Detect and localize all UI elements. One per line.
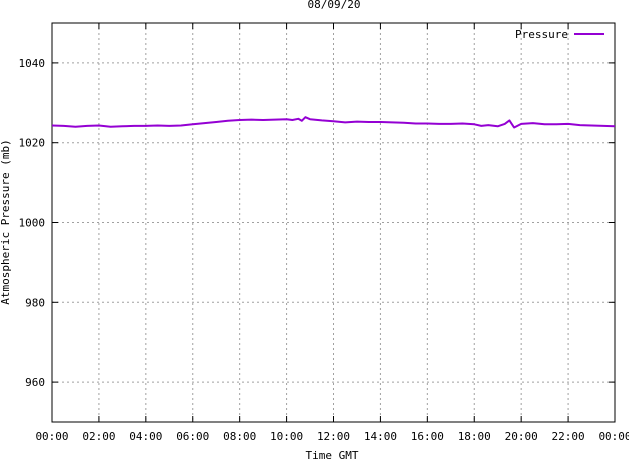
grid-lines bbox=[52, 23, 615, 422]
y-tick-label: 1000 bbox=[19, 217, 46, 230]
pressure-chart: 08/09/20 960 980 1000 1020 1040 00:00 02:00 04… bbox=[0, 0, 629, 459]
x-tick-label: 22:00 bbox=[552, 430, 585, 443]
legend: Pressure bbox=[515, 28, 604, 41]
x-tick-label: 16:00 bbox=[411, 430, 444, 443]
x-tick-label: 00:00 bbox=[35, 430, 68, 443]
x-tick-label: 14:00 bbox=[364, 430, 397, 443]
x-tick-label: 10:00 bbox=[270, 430, 303, 443]
x-tick-label: 20:00 bbox=[505, 430, 538, 443]
legend-label-pressure: Pressure bbox=[515, 28, 568, 41]
x-tick-label: 00:00 bbox=[598, 430, 629, 443]
x-tick-label: 18:00 bbox=[458, 430, 491, 443]
x-tick-label: 06:00 bbox=[176, 430, 209, 443]
x-tick-label: 04:00 bbox=[129, 430, 162, 443]
chart-title: 08/09/20 bbox=[308, 0, 361, 11]
x-tick-label: 08:00 bbox=[223, 430, 256, 443]
x-tick-label: 02:00 bbox=[82, 430, 115, 443]
x-tick-label: 12:00 bbox=[317, 430, 350, 443]
y-axis-title: Atmospheric Pressure (mb) bbox=[0, 139, 12, 305]
y-tick-label: 960 bbox=[25, 376, 45, 389]
y-tick-label: 980 bbox=[25, 296, 45, 309]
y-tick-label: 1040 bbox=[19, 57, 46, 70]
x-axis: 00:00 02:00 04:00 06:00 08:00 10:00 12:00 14:00… bbox=[35, 23, 629, 443]
x-axis-title: Time GMT bbox=[306, 449, 359, 459]
y-tick-label: 1020 bbox=[19, 137, 46, 150]
